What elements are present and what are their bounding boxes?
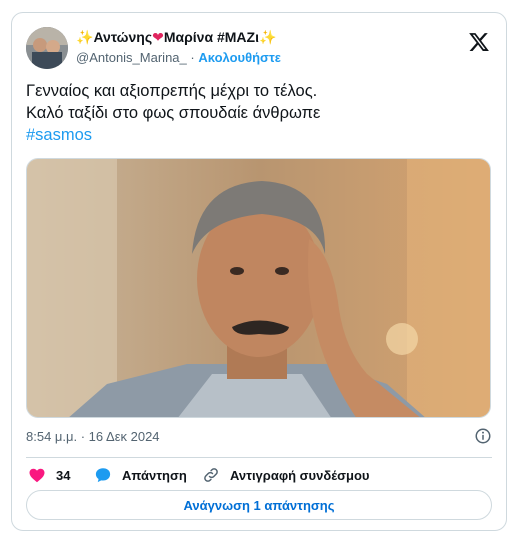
x-logo-icon[interactable] bbox=[468, 31, 490, 53]
tweet-timestamp[interactable]: 8:54 μ.μ. · 16 Δεκ 2024 bbox=[26, 429, 160, 444]
tweet-header: ✨Αντώνης❤Μαρίνα #ΜΑΖι✨ @Antonis_Marina_ … bbox=[26, 26, 494, 70]
avatar[interactable] bbox=[26, 27, 68, 69]
tweet-line-1: Γενναίος και αξιοπρεπής μέχρι το τέλος. bbox=[26, 82, 318, 100]
info-icon[interactable] bbox=[474, 427, 492, 445]
author-name-part2: Μαρίνα #ΜΑΖι bbox=[163, 29, 259, 45]
tweet-card: ✨Αντώνης❤Μαρίνα #ΜΑΖι✨ @Antonis_Marina_ … bbox=[11, 12, 507, 531]
author-name-part1: Αντώνης bbox=[93, 29, 153, 45]
link-icon bbox=[204, 468, 218, 482]
heart-icon bbox=[29, 468, 45, 483]
tweet-media-photo[interactable] bbox=[26, 158, 491, 418]
read-replies-button[interactable]: Ανάγνωση 1 απάντησης bbox=[26, 490, 492, 520]
copy-link-button[interactable]: Αντιγραφή συνδέσμου bbox=[202, 461, 369, 489]
reply-bubble-icon bbox=[95, 468, 111, 483]
tweet-line-2: Καλό ταξίδι στο φως σπουδαίε άνθρωπε bbox=[26, 104, 321, 122]
handle-row: @Antonis_Marina_ · Ακολουθήστε bbox=[76, 50, 281, 65]
hashtag-link[interactable]: #sasmos bbox=[26, 124, 494, 146]
sparkle-icon: ✨ bbox=[258, 29, 277, 45]
like-button[interactable]: 34 bbox=[28, 461, 70, 489]
heart-emoji-icon: ❤ bbox=[152, 29, 164, 45]
sparkle-icon: ✨ bbox=[76, 29, 94, 45]
tweet-text: Γενναίος και αξιοπρεπής μέχρι το τέλος. … bbox=[26, 80, 494, 146]
follow-button[interactable]: Ακολουθήστε bbox=[198, 50, 281, 65]
copy-link-label: Αντιγραφή συνδέσμου bbox=[230, 467, 370, 483]
like-count: 34 bbox=[56, 467, 71, 483]
avatar-photo-icon bbox=[26, 27, 68, 69]
author-handle[interactable]: @Antonis_Marina_ bbox=[76, 50, 187, 65]
reply-label: Απάντηση bbox=[122, 467, 187, 483]
divider bbox=[26, 457, 492, 458]
author-display-name[interactable]: ✨Αντώνης❤Μαρίνα #ΜΑΖι✨ bbox=[76, 29, 276, 46]
tweet-actions: 34 Απάντηση Αντιγραφή συνδέσμου bbox=[26, 461, 494, 489]
portrait-photo-icon bbox=[27, 159, 490, 417]
separator-dot: · bbox=[190, 50, 195, 65]
reply-button[interactable]: Απάντηση bbox=[94, 461, 187, 489]
